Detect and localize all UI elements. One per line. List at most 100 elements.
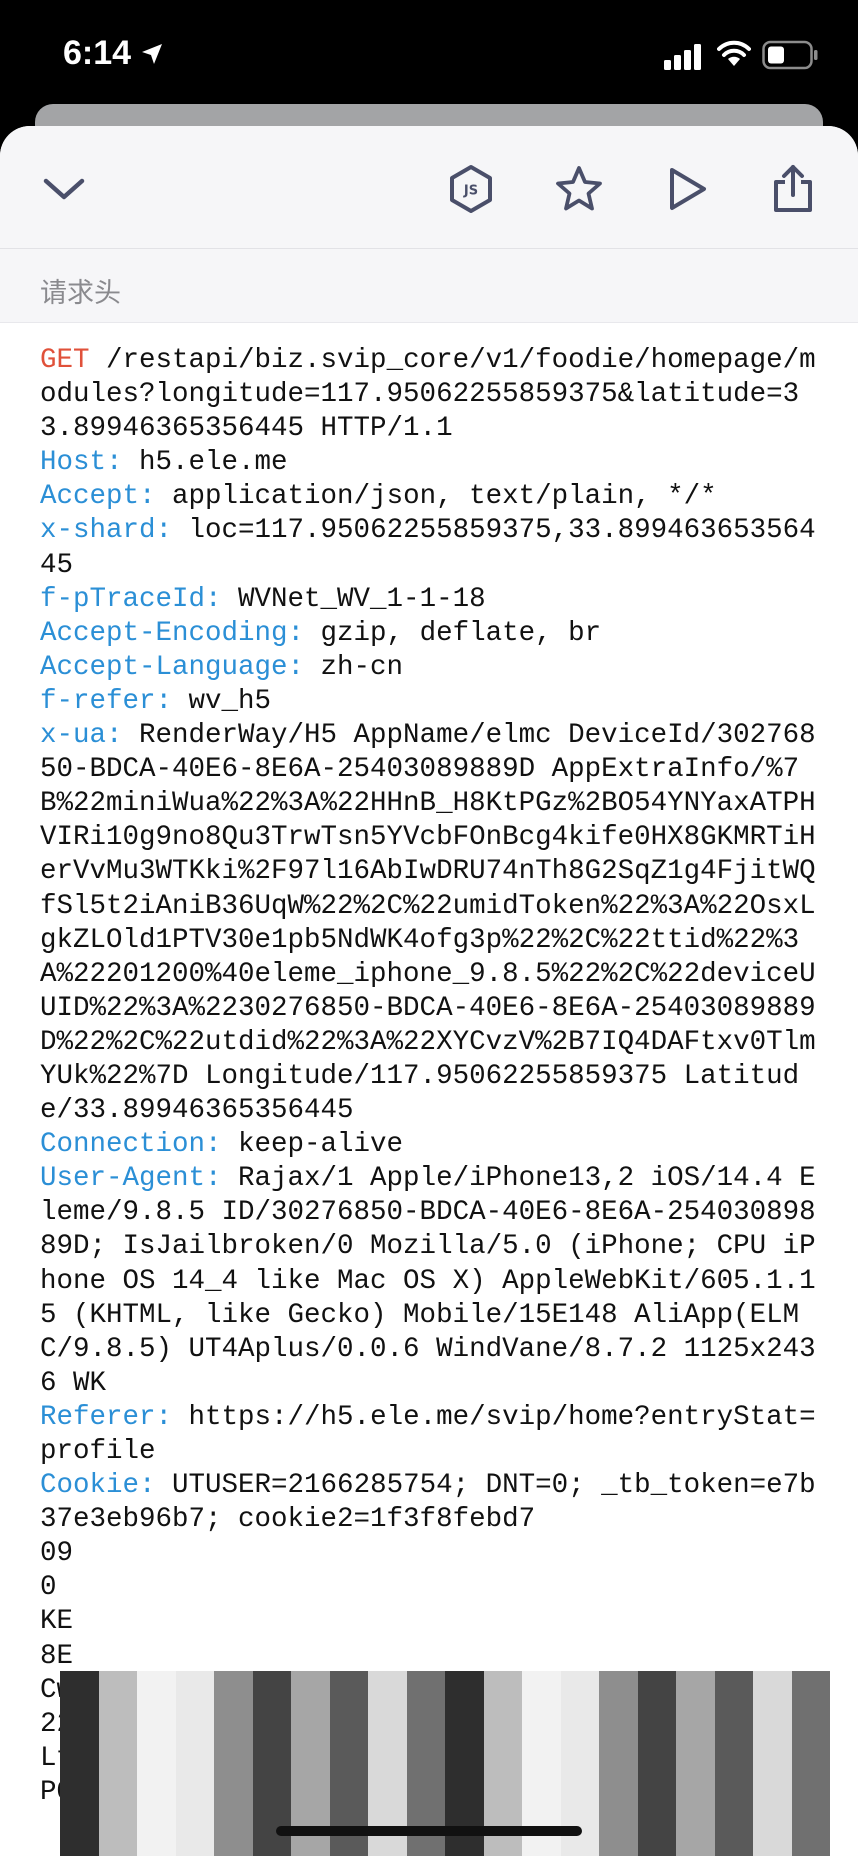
mosaic-tile xyxy=(676,1831,715,1856)
mosaic-tile xyxy=(637,1791,676,1831)
mosaic-tile xyxy=(599,1831,638,1856)
mosaic-tile xyxy=(368,1671,407,1711)
mosaic-tile xyxy=(445,1671,484,1711)
mosaic-tile xyxy=(791,1831,830,1856)
mosaic-tile xyxy=(676,1791,715,1831)
section-title: 请求头 xyxy=(40,278,121,309)
mosaic-tile xyxy=(252,1671,291,1711)
mosaic-tile xyxy=(599,1671,638,1711)
mosaic-tile xyxy=(406,1711,445,1751)
mosaic-tile xyxy=(137,1671,176,1711)
mosaic-tile xyxy=(714,1831,753,1856)
mosaic-tile xyxy=(98,1791,137,1831)
section-header: 请求头 xyxy=(0,249,858,323)
mosaic-tile xyxy=(522,1671,561,1711)
mosaic-tile xyxy=(483,1671,522,1711)
request-detail-sheet: JS 请求头 GET /restapi/biz.svip_core/v1/foo… xyxy=(0,126,858,1856)
mosaic-tile xyxy=(252,1791,291,1831)
mosaic-tile xyxy=(60,1671,99,1711)
mosaic-tile xyxy=(252,1711,291,1751)
mosaic-tile xyxy=(137,1831,176,1856)
replay-button[interactable] xyxy=(658,161,714,217)
mosaic-tile xyxy=(599,1791,638,1831)
mosaic-tile xyxy=(637,1831,676,1856)
header-value: zh-cn xyxy=(304,651,404,683)
mosaic-tile xyxy=(137,1711,176,1751)
mosaic-tile xyxy=(522,1751,561,1791)
mosaic-tile xyxy=(175,1751,214,1791)
mosaic-tile xyxy=(368,1711,407,1751)
mosaic-tile xyxy=(252,1751,291,1791)
mosaic-tile xyxy=(753,1831,792,1856)
mosaic-tile xyxy=(368,1791,407,1831)
mosaic-tile xyxy=(137,1791,176,1831)
header-key: Connection: xyxy=(40,1129,222,1161)
header-key: f-pTraceId: xyxy=(40,583,222,615)
mosaic-tile xyxy=(214,1711,253,1751)
mosaic-tile xyxy=(60,1791,99,1831)
mosaic-tile xyxy=(714,1711,753,1751)
mosaic-tile xyxy=(214,1671,253,1711)
mosaic-tile xyxy=(522,1711,561,1751)
header-value: RenderWay/H5 AppName/elmc DeviceId/30276… xyxy=(40,720,816,1127)
javascript-icon: JS xyxy=(450,165,492,213)
cellular-signal-icon xyxy=(664,44,701,70)
mosaic-tile xyxy=(175,1671,214,1711)
header-key: Host: xyxy=(40,447,123,479)
mosaic-tile xyxy=(753,1791,792,1831)
header-key: x-shard: xyxy=(40,515,173,547)
mosaic-tile xyxy=(214,1791,253,1831)
header-key: User-Agent: xyxy=(40,1163,222,1195)
mosaic-tile xyxy=(522,1791,561,1831)
header-value: gzip, deflate, br xyxy=(304,617,602,649)
mosaic-tile xyxy=(329,1671,368,1711)
mosaic-tile xyxy=(445,1711,484,1751)
header-key: x-ua: xyxy=(40,720,123,752)
status-time: 6:14 xyxy=(63,34,132,72)
mosaic-tile xyxy=(368,1751,407,1791)
header-value: WVNet_WV_1-1-18 xyxy=(221,583,486,615)
mosaic-tile xyxy=(291,1751,330,1791)
collapse-button[interactable] xyxy=(36,161,92,217)
mosaic-tile xyxy=(791,1711,830,1751)
mosaic-tile xyxy=(599,1711,638,1751)
mosaic-tile xyxy=(291,1791,330,1831)
javascript-button[interactable]: JS xyxy=(443,161,499,217)
wifi-icon xyxy=(717,40,751,66)
location-arrow-icon xyxy=(142,44,162,64)
mosaic-tile xyxy=(175,1831,214,1856)
mosaic-tile xyxy=(560,1671,599,1711)
mosaic-tile xyxy=(483,1751,522,1791)
header-key: Accept-Encoding: xyxy=(40,617,305,649)
request-headers-text: GET /restapi/biz.svip_core/v1/foodie/hom… xyxy=(40,344,820,1810)
svg-text:JS: JS xyxy=(463,184,478,199)
mosaic-tile xyxy=(560,1791,599,1831)
mosaic-tile xyxy=(60,1711,99,1751)
header-value: keep-alive xyxy=(221,1129,404,1161)
play-icon xyxy=(670,168,706,210)
header-key: Referer: xyxy=(40,1401,173,1433)
mosaic-tile xyxy=(98,1671,137,1711)
mosaic-tile xyxy=(560,1711,599,1751)
mosaic-tile xyxy=(98,1711,137,1751)
header-value: h5.ele.me xyxy=(122,447,288,479)
mosaic-tile xyxy=(406,1791,445,1831)
share-button[interactable] xyxy=(765,161,821,217)
mosaic-tile xyxy=(791,1791,830,1831)
mosaic-tile xyxy=(714,1751,753,1791)
mosaic-tile xyxy=(637,1671,676,1711)
header-value: Rajax/1 Apple/iPhone13,2 iOS/14.4 Eleme/… xyxy=(40,1163,816,1399)
mosaic-tile xyxy=(560,1751,599,1791)
mosaic-tile xyxy=(137,1751,176,1791)
mosaic-tile xyxy=(753,1671,792,1711)
mosaic-tile xyxy=(714,1791,753,1831)
mosaic-tile xyxy=(676,1711,715,1751)
mosaic-tile xyxy=(637,1711,676,1751)
mosaic-tile xyxy=(753,1751,792,1791)
favorite-button[interactable] xyxy=(551,161,607,217)
mosaic-tile xyxy=(214,1751,253,1791)
mosaic-tile xyxy=(329,1791,368,1831)
mosaic-tile xyxy=(98,1751,137,1791)
mosaic-tile xyxy=(175,1711,214,1751)
header-key: f-refer: xyxy=(40,685,173,717)
